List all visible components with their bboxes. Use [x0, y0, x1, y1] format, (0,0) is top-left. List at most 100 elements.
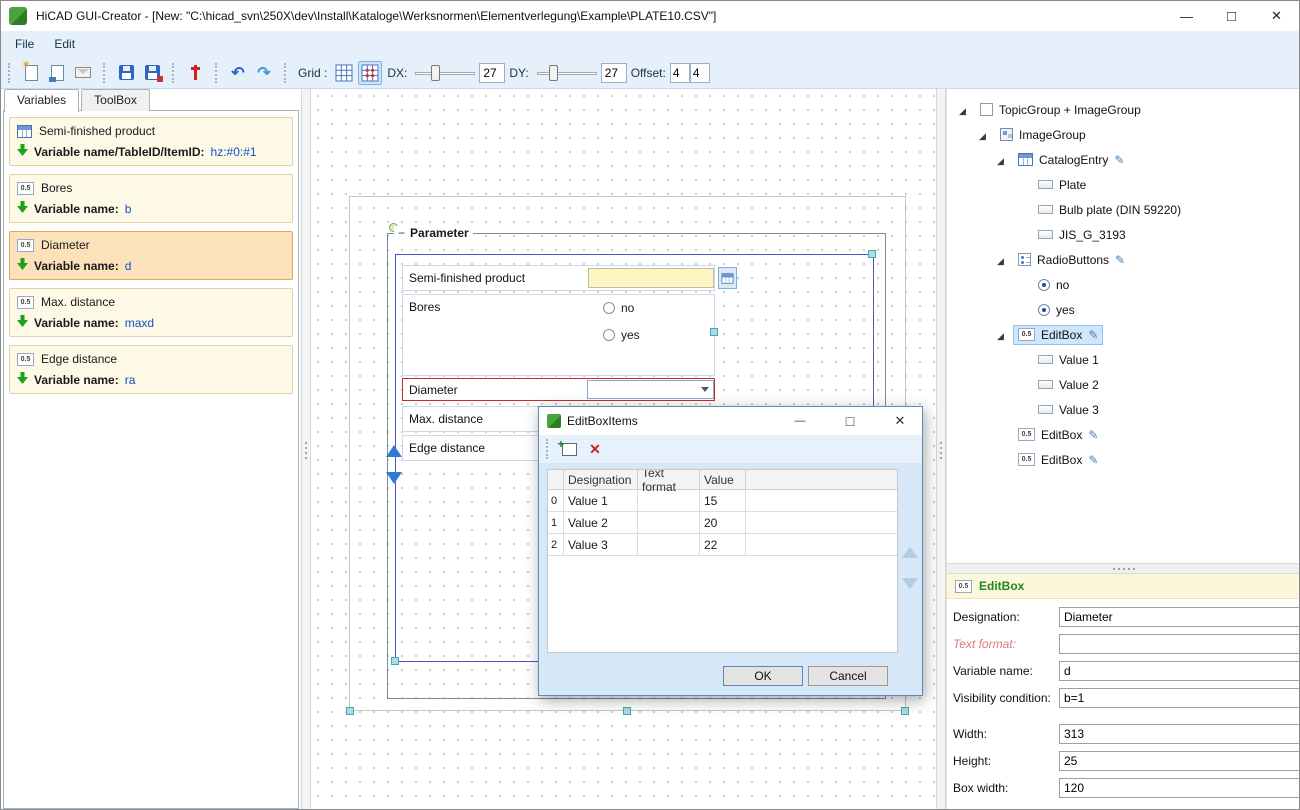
tree-item-radiobuttons[interactable]: RadioButtons: [947, 247, 1300, 272]
toolbar-grip[interactable]: [103, 63, 107, 83]
tab-variables[interactable]: Variables: [4, 89, 79, 112]
minimize-button[interactable]: [1164, 1, 1209, 31]
cell-designation[interactable]: Value 3: [564, 534, 638, 556]
toolbar-grip[interactable]: [284, 63, 288, 83]
maximize-button[interactable]: [1209, 1, 1254, 31]
width-input[interactable]: [1059, 724, 1300, 744]
resize-handle[interactable]: [623, 707, 631, 715]
text-format-input[interactable]: [1059, 634, 1300, 654]
radio-yes[interactable]: [603, 329, 615, 341]
dx-slider-thumb[interactable]: [431, 65, 440, 81]
tree-item-value-2[interactable]: Value 2: [947, 372, 1300, 397]
cancel-button[interactable]: Cancel: [808, 666, 888, 686]
toolbar-grip[interactable]: [172, 63, 176, 83]
cell-text-format[interactable]: [638, 512, 700, 534]
row-semi-finished-product[interactable]: Semi-finished product: [402, 265, 715, 291]
redo-button[interactable]: ↷: [252, 61, 276, 85]
edit-pencil-icon[interactable]: [1115, 253, 1125, 267]
insert-variable-icon[interactable]: [17, 201, 28, 216]
insert-variable-icon[interactable]: [17, 258, 28, 273]
variable-card-edge-distance[interactable]: Edge distance Variable name: ra: [9, 345, 293, 394]
tree-item-no[interactable]: no: [947, 272, 1300, 297]
offset-x-input[interactable]: [670, 63, 690, 83]
scroll-down-icon[interactable]: [902, 578, 918, 589]
properties-splitter[interactable]: [947, 563, 1300, 574]
offset-y-input[interactable]: [690, 63, 710, 83]
dy-slider[interactable]: [537, 63, 597, 83]
edit-pencil-icon[interactable]: [1114, 153, 1124, 167]
tree-item-topicgroup[interactable]: TopicGroup + ImageGroup: [947, 97, 1300, 122]
dx-slider[interactable]: [415, 63, 475, 83]
expander-icon[interactable]: [997, 328, 1013, 342]
resize-handle[interactable]: [346, 707, 354, 715]
pin-button[interactable]: [183, 61, 207, 85]
import-button[interactable]: [71, 61, 95, 85]
tree-item-yes[interactable]: yes: [947, 297, 1300, 322]
dialog-minimize-button[interactable]: [778, 407, 822, 435]
expander-icon[interactable]: [959, 103, 975, 117]
edit-pencil-icon[interactable]: [1088, 328, 1098, 342]
cell-designation[interactable]: Value 2: [564, 512, 638, 534]
move-down-arrow[interactable]: [386, 472, 402, 484]
toolbar-grip[interactable]: [215, 63, 219, 83]
box-width-input[interactable]: [1059, 778, 1300, 798]
expander-icon[interactable]: [979, 128, 995, 142]
tree-item-editbox-2[interactable]: EditBox: [947, 422, 1300, 447]
variable-card-max-distance[interactable]: Max. distance Variable name: maxd: [9, 288, 293, 337]
collapse-icon[interactable]: [398, 226, 405, 240]
height-input[interactable]: [1059, 751, 1300, 771]
scroll-up-icon[interactable]: [902, 547, 918, 558]
row-diameter-selected[interactable]: Diameter: [402, 378, 715, 401]
row-bores[interactable]: Bores no yes: [402, 294, 715, 376]
catalog-picker-button[interactable]: [718, 267, 737, 289]
add-row-button[interactable]: [557, 437, 581, 461]
variable-card-diameter[interactable]: Diameter Variable name: d: [9, 231, 293, 280]
table-row[interactable]: 1 Value 2 20: [548, 512, 897, 534]
tree-item-imagegroup[interactable]: ImageGroup: [947, 122, 1300, 147]
dialog-maximize-button[interactable]: [828, 407, 872, 435]
save-as-button[interactable]: [140, 61, 164, 85]
right-splitter[interactable]: [936, 89, 946, 810]
designation-input[interactable]: [1059, 607, 1300, 627]
expander-icon[interactable]: [997, 153, 1013, 167]
resize-handle[interactable]: [710, 328, 718, 336]
new-file-button[interactable]: [19, 61, 43, 85]
tree-item-jis-g-3193[interactable]: JIS_G_3193: [947, 222, 1300, 247]
tree-item-editbox-selected[interactable]: EditBox: [947, 322, 1300, 347]
insert-variable-icon[interactable]: [17, 372, 28, 387]
dy-slider-thumb[interactable]: [549, 65, 558, 81]
tree-item-value-3[interactable]: Value 3: [947, 397, 1300, 422]
resize-handle[interactable]: [901, 707, 909, 715]
tree-item-catalogentry[interactable]: CatalogEntry: [947, 147, 1300, 172]
tree-item-plate[interactable]: Plate: [947, 172, 1300, 197]
table-row[interactable]: 2 Value 3 22: [548, 534, 897, 556]
expander-icon[interactable]: [997, 253, 1013, 267]
move-up-arrow[interactable]: [386, 445, 402, 457]
dx-value-input[interactable]: [479, 63, 505, 83]
cell-text-format[interactable]: [638, 534, 700, 556]
tree-item-bulb-plate[interactable]: Bulb plate (DIN 59220): [947, 197, 1300, 222]
semi-finished-product-input[interactable]: [588, 268, 714, 288]
cell-value[interactable]: 15: [700, 490, 746, 512]
tree-item-editbox-3[interactable]: EditBox: [947, 447, 1300, 472]
snap-grid-button[interactable]: [358, 61, 382, 85]
close-button[interactable]: [1254, 1, 1299, 31]
radio-no[interactable]: [603, 302, 615, 314]
grid-toggle-button[interactable]: [332, 61, 356, 85]
edit-pencil-icon[interactable]: [1088, 428, 1098, 442]
tree-item-value-1[interactable]: Value 1: [947, 347, 1300, 372]
menu-edit[interactable]: Edit: [46, 34, 83, 54]
variable-card-bores[interactable]: Bores Variable name: b: [9, 174, 293, 223]
open-file-button[interactable]: [45, 61, 69, 85]
dy-value-input[interactable]: [601, 63, 627, 83]
save-button[interactable]: [114, 61, 138, 85]
left-splitter[interactable]: [301, 89, 311, 810]
cell-text-format[interactable]: [638, 490, 700, 512]
cell-designation[interactable]: Value 1: [564, 490, 638, 512]
insert-variable-icon[interactable]: [17, 144, 28, 159]
dialog-close-button[interactable]: [878, 407, 922, 435]
cell-value[interactable]: 22: [700, 534, 746, 556]
ok-button[interactable]: OK: [723, 666, 803, 686]
menu-file[interactable]: File: [7, 34, 42, 54]
undo-button[interactable]: ↶: [226, 61, 250, 85]
